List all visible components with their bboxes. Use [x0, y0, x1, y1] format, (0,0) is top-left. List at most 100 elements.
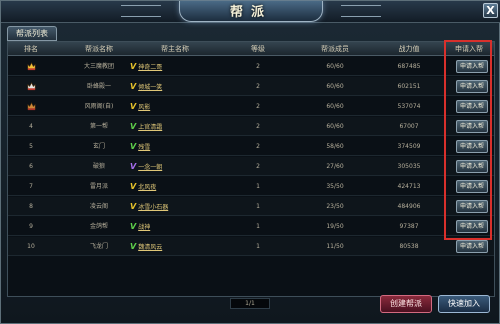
guild-power: 305035 [397, 163, 421, 170]
guild-name: 雷月派 [89, 183, 108, 190]
guild-level: 1 [256, 223, 260, 230]
table-row: 6 破狼 V 一念一朝 2 27/60 305035 申请入帮 [8, 157, 494, 176]
table-row: 卧蜂殿一 V 倾城一笑 2 60/60 602151 申请入帮 [8, 77, 494, 96]
rank-cell: 7 [12, 177, 50, 196]
vip-badge-icon: V [130, 222, 137, 231]
vip-badge-icon: V [130, 62, 137, 71]
gold-crown-icon [27, 62, 35, 71]
guild-members: 60/60 [326, 83, 344, 90]
leader-name: 冰雪小石器 [138, 204, 169, 211]
guild-level: 1 [256, 183, 260, 190]
guild-members: 11/50 [326, 243, 344, 250]
leader-name-link[interactable]: V 北风夜 [130, 177, 220, 197]
header-guild-name: 帮派名称 [85, 45, 113, 53]
rank-number: 6 [29, 163, 33, 170]
guild-level: 1 [256, 243, 260, 250]
vip-badge-icon: V [130, 122, 137, 131]
apply-join-button[interactable]: 申请入帮 [456, 240, 488, 253]
guild-name: 凌云阁 [89, 203, 108, 210]
rank-number: 10 [27, 243, 35, 250]
vip-badge-icon: V [130, 162, 137, 171]
vip-badge-icon: V [130, 242, 137, 251]
guild-name: 金鸽帮 [89, 223, 108, 230]
leader-name: 魏清风云 [138, 244, 163, 251]
vip-badge-icon: V [130, 102, 137, 111]
title-bar: 帮派 X [1, 1, 500, 23]
rank-cell: 9 [12, 217, 50, 236]
close-icon: X [486, 4, 495, 17]
silver-crown-icon [27, 82, 35, 91]
quick-join-button[interactable]: 快速加入 [438, 295, 490, 313]
leader-name: 倾城一笑 [138, 84, 163, 91]
rank-number: 5 [29, 143, 33, 150]
header-leader-name: 帮主名称 [161, 45, 189, 53]
guild-power: 374509 [397, 143, 421, 150]
rank-number: 7 [29, 183, 33, 190]
rank-cell [12, 77, 50, 99]
leader-name-link[interactable]: V 冰雪小石器 [130, 197, 220, 217]
guild-level: 2 [256, 143, 260, 150]
rank-cell: 6 [12, 157, 50, 176]
leader-name: 北风夜 [138, 184, 157, 191]
guild-level: 2 [256, 83, 260, 90]
guild-name: 玄门 [92, 143, 105, 150]
guild-power: 537074 [397, 103, 421, 110]
leader-name-link[interactable]: V 神奇二哥 [130, 57, 220, 77]
leader-name-link[interactable]: V 魏清风云 [130, 237, 220, 257]
table-row: 风雨阁(自) V 风影 2 60/60 537074 申请入帮 [8, 97, 494, 116]
guild-members: 58/60 [326, 143, 344, 150]
window-title: 帮派 [229, 5, 272, 20]
vip-badge-icon: V [130, 182, 137, 191]
table-row: 5 玄门 V 残雪 2 58/60 374509 申请入帮 [8, 137, 494, 156]
header-power: 战力值 [398, 45, 420, 53]
rank-cell: 8 [12, 197, 50, 216]
apply-column-highlight [444, 40, 492, 240]
guild-members: 60/60 [326, 123, 344, 130]
leader-name-link[interactable]: V 残雪 [130, 137, 220, 157]
leader-name-link[interactable]: V 风影 [130, 97, 220, 117]
guild-power: 67007 [399, 123, 419, 130]
table-row: 4 第一帮 V 上官清霜 2 60/60 67007 申请入帮 [8, 117, 494, 136]
title-ornament-left [121, 5, 161, 17]
guild-name: 飞龙门 [89, 243, 108, 250]
vip-badge-icon: V [130, 142, 137, 151]
guild-level: 2 [256, 63, 260, 70]
bronze-crown-icon [27, 102, 35, 111]
leader-name-link[interactable]: V 一念一朝 [130, 157, 220, 177]
leader-name: 神奇二哥 [138, 64, 163, 71]
guild-members: 19/50 [326, 223, 344, 230]
table-row: 10 飞龙门 V 魏清风云 1 11/50 80538 申请入帮 [8, 237, 494, 256]
close-button[interactable]: X [483, 3, 498, 18]
rank-cell: 5 [12, 137, 50, 156]
header-members: 帮派成员 [321, 45, 349, 53]
guild-name: 风雨阁(自) [84, 103, 114, 110]
table-row: 大三魔教团 V 神奇二哥 2 60/60 687485 申请入帮 [8, 57, 494, 76]
tab-guild-list[interactable]: 帮派列表 [7, 26, 57, 41]
leader-name-link[interactable]: V 倾城一笑 [130, 77, 220, 97]
rank-cell: 4 [12, 117, 50, 136]
title-plate: 帮派 [179, 1, 323, 22]
table-row: 9 金鸽帮 V 战神 1 19/50 97387 申请入帮 [8, 217, 494, 236]
rank-cell [12, 97, 50, 119]
vip-badge-icon: V [130, 202, 137, 211]
table-header: 排名 帮派名称 帮主名称 等级 帮派成员 战力值 申请入帮 [8, 42, 494, 56]
guild-power: 424713 [397, 183, 421, 190]
guild-name: 大三魔教团 [83, 63, 114, 70]
table-row: 8 凌云阁 V 冰雪小石器 1 23/50 484906 申请入帮 [8, 197, 494, 216]
guild-name: 破狼 [92, 163, 105, 170]
leader-name-link[interactable]: V 上官清霜 [130, 117, 220, 137]
guild-members: 60/60 [326, 63, 344, 70]
guild-level: 1 [256, 203, 260, 210]
guild-power: 687485 [397, 63, 421, 70]
guild-members: 23/50 [326, 203, 344, 210]
guild-power: 484906 [397, 203, 421, 210]
leader-name-link[interactable]: V 战神 [130, 217, 220, 237]
leader-name: 风影 [138, 104, 151, 111]
guild-level: 2 [256, 103, 260, 110]
guild-power: 80538 [399, 243, 419, 250]
guild-name: 卧蜂殿一 [86, 83, 111, 90]
guild-window: 帮派 X 帮派列表 排名 帮派名称 帮主名称 等级 帮派成员 战力值 申请入帮 … [0, 0, 500, 324]
create-guild-button[interactable]: 创建帮派 [380, 295, 432, 313]
vip-badge-icon: V [130, 82, 137, 91]
guild-power: 97387 [399, 223, 419, 230]
